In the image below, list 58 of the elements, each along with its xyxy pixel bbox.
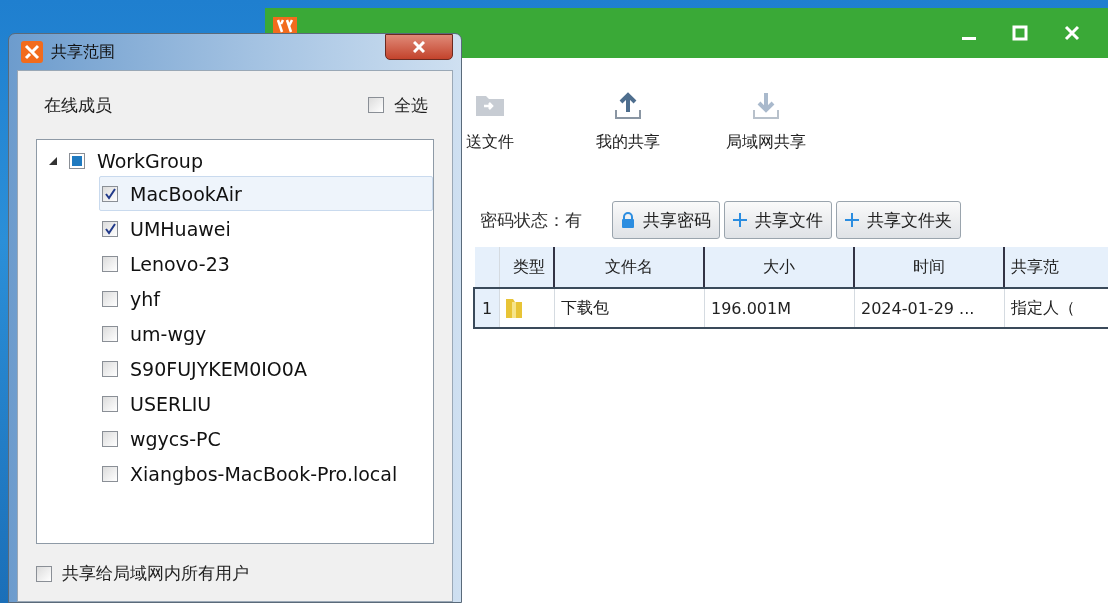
row-number: 1 bbox=[475, 289, 500, 327]
expanded-arrow-icon[interactable] bbox=[49, 157, 57, 165]
member-name: wgycs-PC bbox=[130, 427, 221, 450]
app-logo-icon bbox=[273, 17, 297, 33]
checkbox-label: 共享给局域网内所有用户 bbox=[62, 562, 249, 585]
select-all-checkbox[interactable] bbox=[368, 97, 384, 113]
checkbox[interactable] bbox=[102, 325, 118, 342]
checkbox[interactable] bbox=[102, 255, 118, 272]
folder-icon bbox=[504, 296, 524, 320]
member-name: USERLIU bbox=[130, 392, 212, 415]
share-button[interactable]: 共享文件夹 bbox=[836, 201, 961, 239]
column-header[interactable]: 时间 bbox=[855, 247, 1005, 287]
member-name: Lenovo-23 bbox=[130, 252, 230, 275]
member-name: S90FUJYKEM0IO0A bbox=[130, 357, 307, 380]
checkbox[interactable] bbox=[102, 185, 118, 202]
download-icon bbox=[750, 90, 782, 122]
close-icon bbox=[1064, 25, 1080, 41]
column-header[interactable]: 类型 bbox=[500, 247, 555, 287]
table-row[interactable]: 1 下载包 196.001M 2024-01-29 ... 指定人（ bbox=[473, 287, 1108, 329]
member-name: Xiangbos-MacBook-Pro.local bbox=[130, 462, 398, 485]
app-logo-icon bbox=[21, 41, 43, 63]
upload-icon bbox=[612, 90, 644, 122]
checkbox[interactable] bbox=[102, 360, 118, 377]
column-header[interactable]: 共享范 bbox=[1005, 247, 1108, 287]
member-name: UMHuawei bbox=[130, 217, 231, 240]
close-icon bbox=[413, 41, 425, 53]
checkbox[interactable] bbox=[102, 290, 118, 307]
share-button[interactable]: 共享密码 bbox=[612, 201, 720, 239]
tree-item-label[interactable]: WorkGroup bbox=[97, 150, 203, 172]
table-cell: 196.001M bbox=[705, 289, 855, 327]
checkbox[interactable] bbox=[102, 220, 118, 237]
member-name: MacBookAir bbox=[130, 182, 242, 205]
member-name: yhf bbox=[130, 287, 160, 310]
section-label: 在线成员 bbox=[44, 93, 112, 117]
checkbox[interactable] bbox=[102, 395, 118, 412]
checkbox[interactable] bbox=[36, 565, 52, 582]
plus-icon bbox=[845, 213, 859, 227]
selected-list-item[interactable]: MacBookAir bbox=[99, 176, 433, 211]
table-cell-text: 指定人（ bbox=[1010, 296, 1076, 319]
checkbox-label: 全选 bbox=[394, 93, 428, 117]
member-name: um-wgy bbox=[130, 322, 207, 345]
table-cell: 下载包 bbox=[555, 289, 705, 327]
checkbox[interactable] bbox=[69, 153, 85, 169]
checkbox[interactable] bbox=[102, 430, 118, 447]
toolbar-button[interactable]: 局域网共享 bbox=[697, 90, 835, 153]
checkbox[interactable] bbox=[102, 465, 118, 482]
column-header[interactable]: 大小 bbox=[705, 247, 855, 287]
password-status-text: 密码状态：有 bbox=[480, 208, 582, 232]
close-button[interactable] bbox=[385, 34, 453, 60]
maximize-icon bbox=[1012, 25, 1028, 41]
table-cell: 2024-01-29 ... bbox=[855, 289, 1005, 327]
lock-icon bbox=[621, 212, 635, 228]
dialog-title: 共享范围 bbox=[51, 41, 115, 63]
column-header[interactable]: 文件名 bbox=[555, 247, 705, 287]
minimize-icon bbox=[962, 36, 976, 40]
share-button[interactable]: 共享文件 bbox=[724, 201, 832, 239]
toolbar-button[interactable]: 我的共享 bbox=[559, 90, 697, 153]
plus-icon bbox=[733, 213, 747, 227]
